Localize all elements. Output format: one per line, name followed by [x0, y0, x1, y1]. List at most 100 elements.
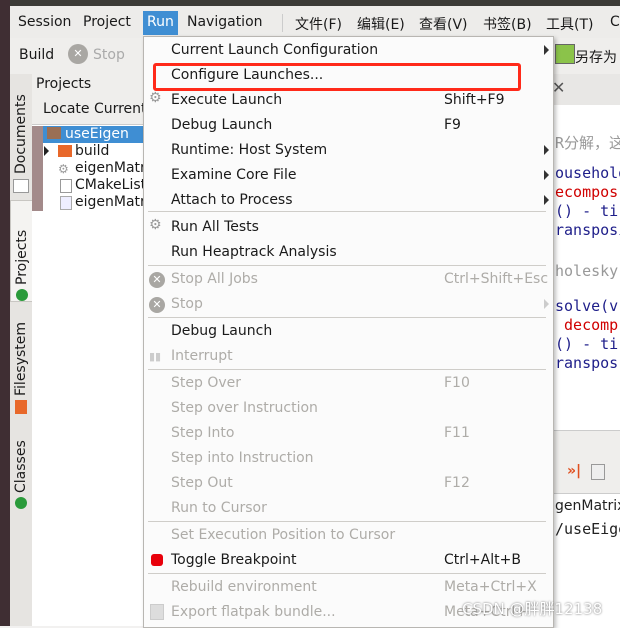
menu-tools[interactable]: 工具(T) [546, 14, 593, 34]
menu-item-label: Debug Launch [171, 323, 273, 339]
menu-item-label: Export flatpak bundle... [171, 604, 336, 620]
menu-item-label: Run to Cursor [171, 500, 267, 516]
menu-run[interactable]: Run [143, 11, 178, 35]
menu-item-label: Current Launch Configuration [171, 42, 379, 58]
menu-item-stop-all-jobs[interactable]: ✕ Stop All Jobs Ctrl+Shift+Esc [144, 267, 553, 292]
menu-item-label: Step over Instruction [171, 400, 318, 416]
menu-item-stop[interactable]: ✕ Stop [144, 292, 553, 317]
menu-item-debug-launch[interactable]: Debug Launch [144, 319, 553, 344]
code-editor[interactable]: R分解，这 ouseholder ecompos () - ti ranspos… [552, 105, 620, 628]
tab-label: Filesystem [13, 321, 29, 396]
menu-item-runtime-host-system[interactable]: Runtime: Host System [144, 138, 553, 163]
tab-projects[interactable]: Projects [10, 200, 34, 302]
run-menu: Current Launch Configuration Configure La… [143, 36, 554, 628]
shortcut-label: F11 [444, 425, 470, 441]
shortcut-label: F9 [444, 117, 461, 133]
menu-item-label: Debug Launch [171, 117, 273, 133]
menu-item-current-launch-configuration[interactable]: Current Launch Configuration [144, 38, 553, 63]
close-tab-icon[interactable]: ✕ [552, 78, 565, 97]
menu-item-label: Step into Instruction [171, 450, 314, 466]
menu-item-set-execution-position-to-cursor[interactable]: Set Execution Position to Cursor [144, 523, 553, 548]
menu-item-step-into-instruction[interactable]: Step into Instruction [144, 446, 553, 471]
menu-item-configure-launches[interactable]: Configure Launches... [144, 63, 553, 91]
menu-item-label: Stop All Jobs [171, 271, 258, 287]
tree-item-eigenMatrix-target[interactable]: ⚙eigenMatrix [58, 160, 143, 177]
tree-item-cmakelists[interactable]: CMakeLists [58, 177, 143, 194]
watermark: CSDN @胖胖12138 [462, 600, 603, 618]
menu-navigation[interactable]: Navigation [187, 14, 263, 30]
classes-icon [15, 497, 27, 509]
menu-item-label: Execute Launch [171, 92, 283, 108]
menu-item-label: Step Into [171, 425, 235, 441]
stop-icon: ✕ [149, 272, 165, 288]
menu-item-label: Attach to Process [171, 192, 293, 208]
menu-item-label: Set Execution Position to Cursor [171, 527, 396, 543]
save-as-button[interactable]: 另存为 [575, 47, 617, 67]
menu-bookmarks[interactable]: 书签(B) [483, 14, 532, 34]
gears-icon: ⚙ [149, 217, 162, 233]
tab-documents[interactable]: Documents [10, 94, 32, 194]
menu-separator [148, 573, 546, 574]
expand-arrow[interactable] [44, 146, 49, 156]
projects-panel: Projects Locate Current useEigen build ⚙… [32, 74, 147, 626]
tree-item-eigenMatrix-cpp[interactable]: eigenMatrix [58, 194, 143, 211]
menu-item-label: Step Over [171, 375, 241, 391]
menu-separator [148, 369, 546, 370]
menu-item-toggle-breakpoint[interactable]: Toggle Breakpoint Ctrl+Alt+B [144, 548, 553, 573]
file-icon [60, 179, 72, 193]
shortcut-label: F12 [444, 475, 470, 491]
menu-item-examine-core-file[interactable]: Examine Core File [144, 163, 553, 188]
menu-item-interrupt[interactable]: ▮▮ Interrupt [144, 344, 553, 369]
menu-item-step-into[interactable]: Step Into F11 [144, 421, 553, 446]
menu-separator [148, 265, 546, 266]
menu-project[interactable]: Project [83, 14, 131, 30]
projects-icon [16, 289, 28, 301]
menu-item-execute-launch[interactable]: ⚙ Execute Launch Shift+F9 [144, 88, 553, 113]
menu-item-label: Rebuild environment [171, 579, 317, 595]
projects-header: Projects [32, 74, 143, 94]
pause-icon: ▮▮ [149, 350, 162, 363]
stop-button[interactable]: Stop [93, 47, 125, 63]
menu-item-label: Toggle Breakpoint [171, 552, 297, 568]
tree-item-useEigen[interactable]: useEigen [43, 126, 143, 143]
menu-item-step-over[interactable]: Step Over F10 [144, 371, 553, 396]
menu-view[interactable]: 查看(V) [419, 14, 468, 34]
folder-icon [58, 145, 72, 157]
document-icon[interactable] [591, 464, 605, 480]
project-tree: useEigen build ⚙eigenMatrix CMakeLists e… [32, 126, 143, 211]
menu-item-attach-to-process[interactable]: Attach to Process [144, 188, 553, 213]
shortcut-label: F10 [444, 375, 470, 391]
menu-file[interactable]: 文件(F) [295, 14, 342, 34]
tab-label: Projects [14, 229, 30, 285]
shortcut-label: Ctrl+Shift+Esc [444, 271, 549, 287]
locate-current-button[interactable]: Locate Current [43, 101, 147, 117]
divider [282, 14, 283, 32]
tree-item-build[interactable]: build [58, 143, 143, 160]
menu-item-label: Step Out [171, 475, 233, 491]
menu-item-run-heaptrack-analysis[interactable]: Run Heaptrack Analysis [144, 240, 553, 265]
menu-item-step-over-instruction[interactable]: Step over Instruction [144, 396, 553, 421]
desktop-edge [0, 0, 10, 626]
menu-item-label: Stop [171, 296, 203, 312]
tab-filesystem[interactable]: Filesystem [10, 314, 32, 414]
submenu-arrow-icon [544, 195, 549, 205]
menu-session[interactable]: Session [18, 14, 71, 30]
build-button[interactable]: Build [19, 47, 54, 63]
export-icon [150, 604, 164, 620]
document-icon [13, 179, 29, 193]
tab-classes[interactable]: Classes [10, 429, 32, 509]
submenu-arrow-icon [544, 45, 549, 55]
menu-item-debug-launch[interactable]: Debug Launch F9 [144, 113, 553, 138]
stop-icon: ✕ [68, 44, 88, 64]
shortcut-label: Shift+F9 [444, 92, 505, 108]
menu-item-rebuild-environment[interactable]: Rebuild environment Meta+Ctrl+X [144, 575, 553, 600]
menu-item-run-to-cursor[interactable]: Run to Cursor [144, 496, 553, 521]
menu-item-step-out[interactable]: Step Out F12 [144, 471, 553, 496]
submenu-arrow-icon [544, 170, 549, 180]
menu-more[interactable]: C [610, 14, 620, 30]
menu-edit[interactable]: 编辑(E) [357, 14, 405, 34]
menu-item-run-all-tests[interactable]: ⚙ Run All Tests [144, 215, 553, 240]
editor-tabbar: ✕ [552, 74, 620, 105]
continue-icon[interactable]: »| [567, 463, 581, 479]
menu-separator [148, 317, 546, 318]
